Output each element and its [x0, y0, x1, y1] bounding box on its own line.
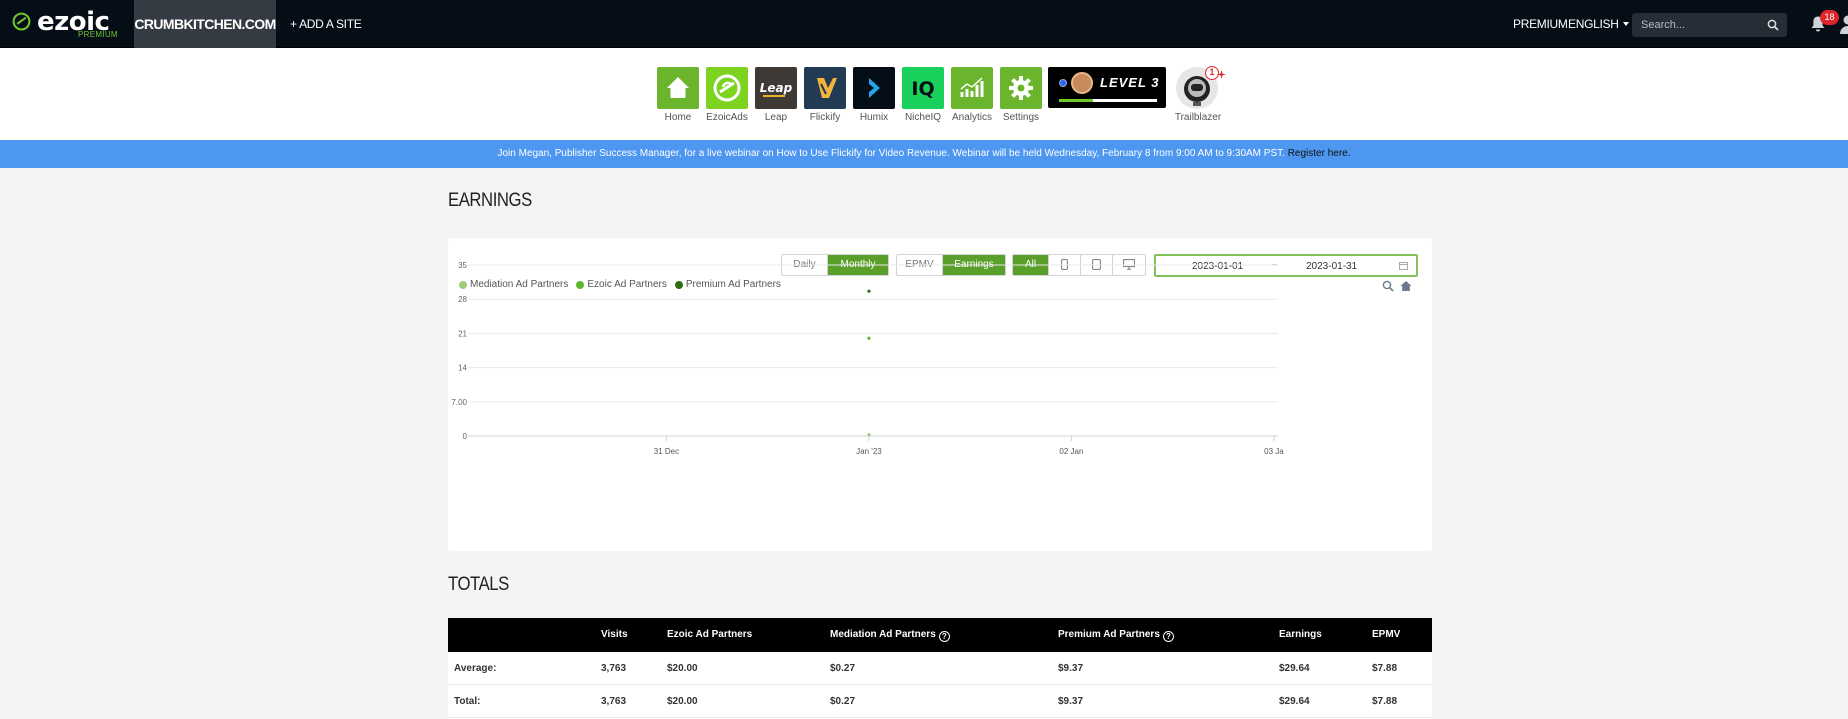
language-label: ENGLISH — [1568, 17, 1619, 31]
table-row: Total: 3,763 $20.00 $0.27 $9.37 $29.64 $… — [448, 685, 1432, 718]
home-icon — [657, 67, 699, 109]
col-mediation-label: Mediation Ad Partners — [830, 629, 936, 640]
level-label: LEVEL 3 — [1100, 75, 1160, 90]
earnings-title: EARNINGS — [448, 190, 532, 211]
search-box — [1632, 13, 1787, 37]
cell-earnings: $29.64 — [1279, 663, 1310, 674]
analytics-icon — [951, 67, 993, 109]
app-settings[interactable]: Settings — [1000, 67, 1042, 123]
cell-visits: 3,763 — [601, 696, 627, 707]
level-progress-fill — [1059, 99, 1094, 102]
help-icon[interactable]: ? — [1162, 631, 1174, 642]
language-dropdown[interactable]: ENGLISH — [1568, 0, 1629, 48]
logo-subtitle: PREMIUM — [78, 30, 118, 39]
flickify-icon — [804, 67, 846, 109]
y-tick-label: 28 — [458, 295, 467, 304]
notification-badge: 18 — [1820, 10, 1839, 25]
sparkle-icon — [1217, 70, 1226, 79]
app-trailblazer[interactable]: 1 Trailblazer — [1175, 66, 1226, 123]
app-humix[interactable]: Humix — [853, 67, 895, 123]
col-earnings: Earnings — [1279, 629, 1322, 640]
x-tick-label: 03 Ja — [1264, 447, 1284, 456]
earnings-chart: 0 7.00 14 21 28 35 31 Dec Jan '23 02 Jan 03 Ja — [451, 261, 1284, 456]
trailblazer-icon: 1 — [1176, 66, 1226, 109]
col-premium-ad-partners: Premium Ad Partners? — [1058, 618, 1174, 652]
data-point-0 — [867, 433, 871, 437]
app-ezoicads[interactable]: EzoicAds — [706, 67, 748, 123]
x-tick-label: Jan '23 — [856, 447, 882, 456]
cell-ezoic: $20.00 — [667, 663, 698, 674]
app-home[interactable]: Home — [657, 67, 699, 123]
status-dot — [1059, 79, 1067, 87]
app-launcher-bar: Home EzoicAds Leap Leap Flickify Humix I… — [0, 48, 1848, 140]
svg-text:Leap: Leap — [760, 81, 793, 95]
banner-text: Join Megan, Publisher Success Manager, f… — [497, 148, 1288, 159]
x-tick-label: 31 Dec — [654, 447, 679, 456]
cell-epmv: $7.88 — [1372, 696, 1398, 707]
add-site-link[interactable]: + ADD A SITE — [290, 0, 362, 48]
cell-premium: $9.37 — [1058, 696, 1084, 707]
level-card[interactable]: LEVEL 3 — [1048, 67, 1166, 108]
row-label: Total: — [454, 696, 481, 707]
cell-earnings: $29.64 — [1279, 696, 1310, 707]
top-navbar: ezoic PREMIUM CRUMBKITCHEN.COM + ADD A S… — [0, 0, 1848, 48]
avatar — [1071, 72, 1093, 94]
ezoic-logo[interactable]: ezoic PREMIUM — [10, 7, 120, 41]
humix-icon — [853, 67, 895, 109]
cell-mediation: $0.27 — [830, 696, 856, 707]
table-row: Average: 3,763 $20.00 $0.27 $9.37 $29.64… — [448, 652, 1432, 685]
totals-title: TOTALS — [448, 574, 509, 595]
search-icon[interactable] — [1767, 19, 1779, 31]
app-settings-label: Settings — [1002, 112, 1040, 123]
table-header: Visits Ezoic Ad Partners Mediation Ad Pa… — [448, 618, 1432, 652]
data-point-2 — [867, 289, 871, 293]
cell-ezoic: $20.00 — [667, 696, 698, 707]
app-trailblazer-label: Trailblazer — [1174, 112, 1222, 123]
cell-epmv: $7.88 — [1372, 663, 1398, 674]
ezoicads-icon — [706, 67, 748, 109]
ezoic-logo-icon — [12, 12, 31, 31]
col-mediation-ad-partners: Mediation Ad Partners? — [830, 618, 950, 652]
app-leap[interactable]: Leap Leap — [755, 67, 797, 123]
register-link[interactable]: Register here. — [1288, 148, 1351, 159]
premium-link[interactable]: PREMIUM — [1513, 0, 1568, 48]
help-icon[interactable]: ? — [938, 631, 950, 642]
app-nicheiq[interactable]: IQ NicheIQ — [902, 67, 944, 123]
chart-plot-area: 0 7.00 14 21 28 35 31 Dec Jan '23 02 Jan 03 Ja — [451, 261, 1284, 456]
col-visits: Visits — [601, 629, 628, 640]
col-epmv: EPMV — [1372, 629, 1401, 640]
earnings-chart-card: Daily Monthly EPMV Earnings All 2023-01-… — [448, 238, 1432, 551]
user-icon[interactable] — [1839, 14, 1848, 34]
announcement-banner: Join Megan, Publisher Success Manager, f… — [0, 140, 1848, 168]
x-tick-label: 02 Jan — [1059, 447, 1083, 456]
search-input[interactable] — [1632, 13, 1762, 37]
y-tick-label: 0 — [463, 432, 468, 441]
app-analytics[interactable]: Analytics — [951, 67, 993, 123]
col-premium-label: Premium Ad Partners — [1058, 629, 1160, 640]
nicheiq-icon: IQ — [902, 67, 944, 109]
y-tick-label: 7.00 — [451, 398, 467, 407]
level-progress-bar — [1059, 99, 1157, 102]
chevron-down-icon — [1622, 22, 1629, 26]
totals-table: Visits Ezoic Ad Partners Mediation Ad Pa… — [448, 618, 1432, 719]
y-tick-label: 35 — [458, 261, 467, 270]
app-flickify[interactable]: Flickify — [804, 67, 846, 123]
y-tick-label: 14 — [458, 364, 467, 373]
cell-premium: $9.37 — [1058, 663, 1084, 674]
cell-mediation: $0.27 — [830, 663, 856, 674]
data-point-1 — [867, 336, 871, 340]
row-label: Average: — [454, 663, 497, 674]
col-ezoic-ad-partners: Ezoic Ad Partners — [667, 629, 753, 640]
cell-visits: 3,763 — [601, 663, 627, 674]
leap-icon: Leap — [755, 67, 797, 109]
site-selector[interactable]: CRUMBKITCHEN.COM — [134, 0, 276, 48]
gear-icon — [1000, 67, 1042, 109]
y-tick-label: 21 — [458, 329, 467, 338]
svg-text:IQ: IQ — [911, 78, 934, 100]
